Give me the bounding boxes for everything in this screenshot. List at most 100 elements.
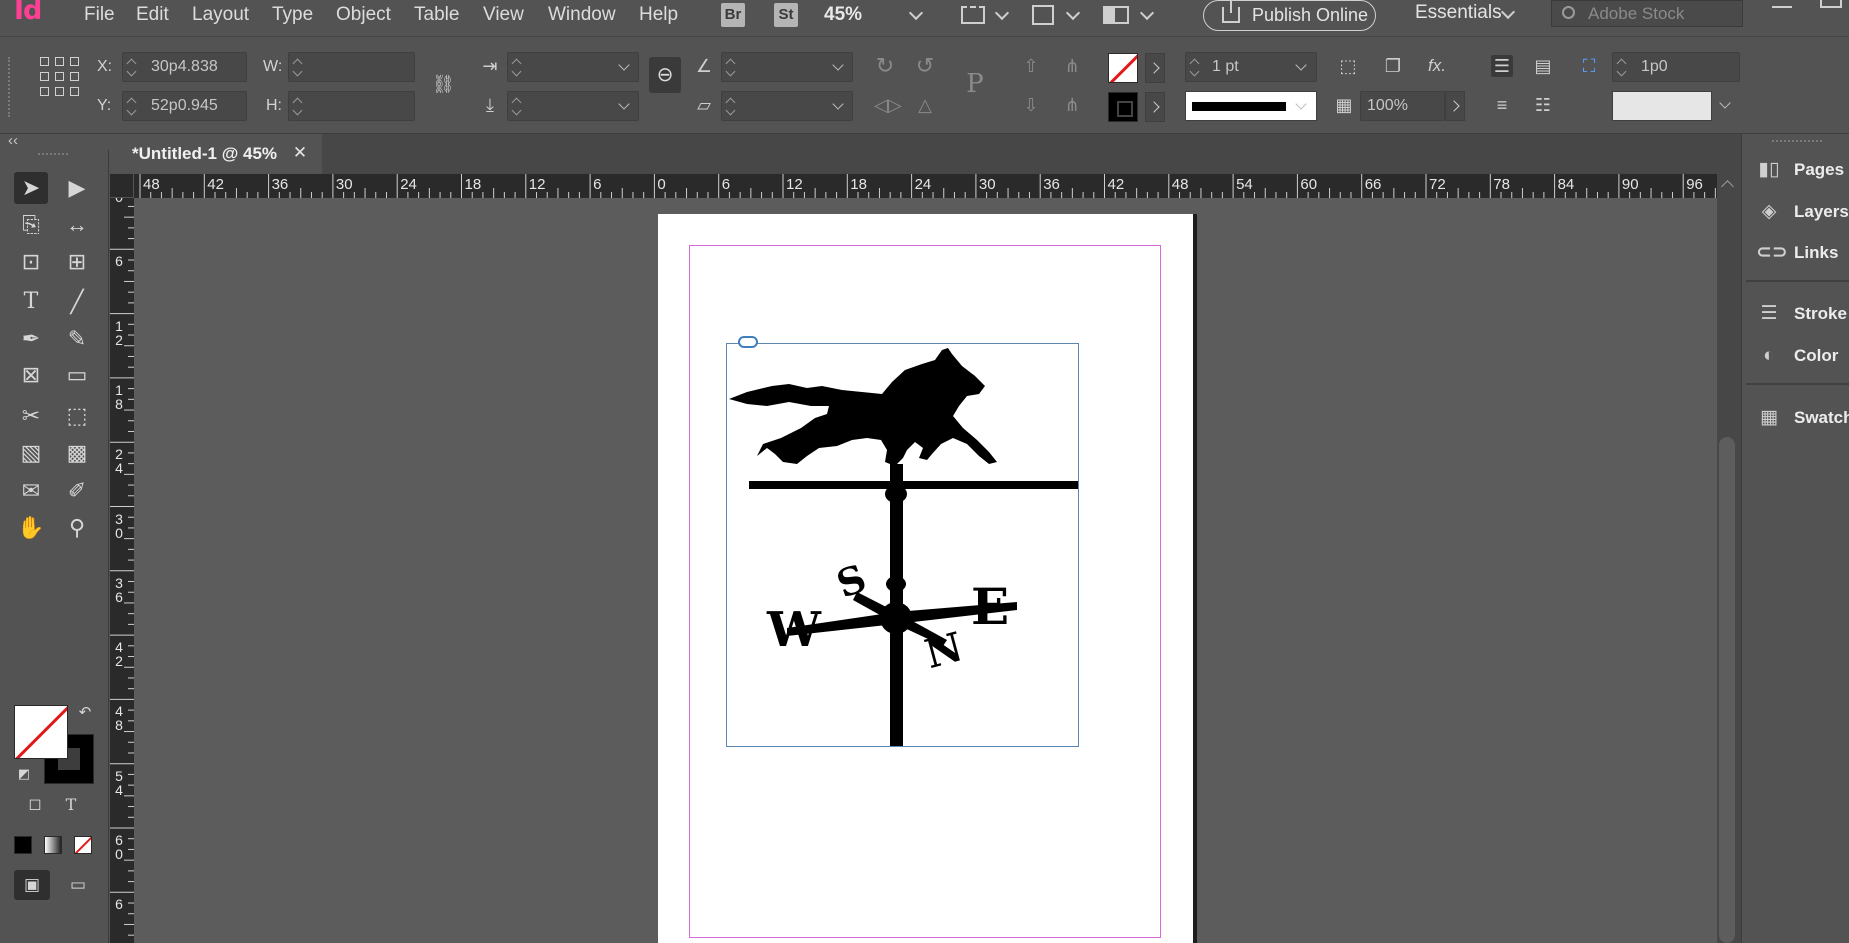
shear-stepper-icon[interactable] [726,96,736,116]
default-fill-stroke-icon[interactable]: ◩ [14,764,34,784]
rectangle-tool-icon[interactable]: ▭ [60,359,94,391]
flip-horizontal-icon[interactable]: ◁▷ [874,94,902,116]
panel-swatches[interactable]: ▦ Swatches [1756,402,1849,434]
select-container-icon[interactable]: ⇧ [1020,55,1042,77]
text-wrap-bounding-icon[interactable]: ▤ [1532,55,1554,77]
opacity-dropdown[interactable] [1445,91,1465,121]
rotate-counterclockwise-icon[interactable]: ↺ [914,55,936,77]
workspace-dropdown-icon[interactable] [1500,4,1516,20]
arrange-dropdown-icon[interactable] [1139,5,1155,21]
panel-links[interactable]: ⊂⊃ Links [1756,237,1849,269]
document-tab[interactable]: *Untitled-1 @ 45% ✕ [110,134,322,174]
select-next-icon[interactable]: ⋔ [1061,94,1083,116]
menu-help[interactable]: Help [639,4,678,26]
panel-color[interactable]: ◐ Color [1756,340,1849,372]
scissors-tool-icon[interactable]: ✂ [14,400,48,432]
apply-none-icon[interactable] [74,836,92,854]
line-tool-icon[interactable]: ╱ [60,286,94,318]
object-style-dropdown-icon[interactable] [1719,97,1731,109]
screen-mode-icon[interactable] [961,6,985,24]
menu-type[interactable]: Type [272,4,313,26]
menu-file[interactable]: File [84,4,115,26]
menu-edit[interactable]: Edit [136,4,169,26]
vertical-scrollbar-thumb[interactable] [1719,437,1735,943]
rectangle-frame-tool-icon[interactable]: ⊠ [14,359,48,391]
horizontal-ruler[interactable]: 48 42 36 30 24 18 12 6 0 6 12 18 24 30 36 42 48 54 60 66 72 7… [110,174,1717,198]
scale-x-icon[interactable]: ⇥ [479,55,501,77]
text-wrap-shape-icon[interactable]: ≡ [1491,94,1513,116]
rotation-angle-icon[interactable]: ∠ [693,55,715,77]
view-options-dropdown-icon[interactable] [1065,5,1081,21]
scale-x-stepper-icon[interactable] [512,57,522,77]
apply-gradient-icon[interactable] [44,836,62,854]
formatting-container-icon[interactable]: ◻ [22,793,48,817]
eyedropper-tool-icon[interactable]: ✐ [60,475,94,507]
x-position-field[interactable]: 30p4.838 [122,52,247,82]
note-tool-icon[interactable]: ✉ [14,475,48,507]
apply-color-icon[interactable] [14,836,32,854]
text-wrap-jump-icon[interactable]: ☷ [1532,94,1554,116]
swap-fill-stroke-icon[interactable]: ↶ [74,702,96,724]
panel-grip[interactable] [8,57,12,117]
frame-fitting-icon[interactable]: ⬚ [1337,55,1359,77]
y-stepper-icon[interactable] [127,96,137,116]
zoom-level[interactable]: 45% [824,4,862,26]
ruler-origin[interactable] [110,174,134,198]
rotate-clockwise-icon[interactable]: ↻ [874,55,896,77]
menu-layout[interactable]: Layout [192,4,249,26]
select-previous-icon[interactable]: ⋔ [1061,55,1083,77]
gap-tool-icon[interactable]: ↔ [60,209,94,241]
pencil-tool-icon[interactable]: ✎ [60,323,94,355]
y-position-field[interactable]: 52p0.945 [122,91,247,121]
adobe-stock-search-input[interactable]: Adobe Stock [1551,0,1743,27]
text-wrap-none-icon[interactable]: ☰ [1491,55,1513,77]
normal-view-mode-icon[interactable]: ▣ [14,870,50,900]
menu-window[interactable]: Window [548,4,616,26]
zoom-dropdown-icon[interactable] [908,5,924,21]
h-stepper-icon[interactable] [293,96,303,116]
type-tool-icon[interactable]: T [14,286,48,318]
preview-mode-icon[interactable]: ▭ [62,870,94,900]
hand-tool-icon[interactable]: ✋ [14,512,48,544]
rotation-stepper-icon[interactable] [726,57,736,77]
gradient-feather-tool-icon[interactable]: ▩ [60,437,94,469]
vertical-ruler[interactable]: 0 6 12 18 24 30 36 42 48 54 60 6 [110,198,134,943]
menu-table[interactable]: Table [414,4,459,26]
stroke-weight-stepper-icon[interactable] [1190,57,1200,77]
panel-pages[interactable]: ▮▯ Pages [1756,154,1849,186]
fill-color-box[interactable] [14,705,68,759]
selection-tool-icon[interactable]: ➤ [14,172,48,204]
content-placer-icon[interactable]: ⊞ [60,246,94,278]
gap-field[interactable]: 1p0 [1612,52,1740,82]
free-transform-tool-icon[interactable]: ⬚ [60,400,94,432]
rotation-field[interactable] [721,52,853,82]
width-field[interactable] [288,52,415,82]
scale-y-field[interactable] [507,91,639,121]
x-stepper-icon[interactable] [127,57,137,77]
fill-swatch-dropdown[interactable] [1145,53,1165,83]
dock-grip[interactable] [1772,140,1822,144]
stroke-swatch[interactable] [1108,92,1138,122]
linked-image-icon[interactable] [738,336,758,348]
page-tool-icon[interactable]: ⎘ [14,209,48,241]
zoom-tool-icon[interactable]: ⚲ [60,512,94,544]
workspace-switcher[interactable]: Essentials [1415,2,1502,24]
effects-fx-icon[interactable]: fx. [1426,55,1448,77]
menu-view[interactable]: View [483,4,524,26]
reference-point-icon[interactable] [40,57,82,97]
opacity-field[interactable]: 100% [1360,91,1445,121]
gradient-swatch-tool-icon[interactable]: ▧ [14,437,48,469]
shear-field[interactable] [721,91,853,121]
flip-vertical-icon[interactable]: △ [914,94,936,116]
pen-tool-icon[interactable]: ✒ [14,323,48,355]
w-stepper-icon[interactable] [293,57,303,77]
close-tab-icon[interactable]: ✕ [288,134,312,174]
view-options-icon[interactable] [1032,5,1054,25]
panel-stroke[interactable]: ☰ Stroke [1756,298,1849,330]
stock-button[interactable]: St [774,3,798,27]
formatting-text-icon[interactable]: T [58,793,84,817]
placed-image-frame[interactable]: W E S N [726,343,1079,747]
menu-object[interactable]: Object [336,4,391,26]
tools-grip[interactable] [38,153,68,157]
direct-selection-tool-icon[interactable]: ▶ [60,172,94,204]
